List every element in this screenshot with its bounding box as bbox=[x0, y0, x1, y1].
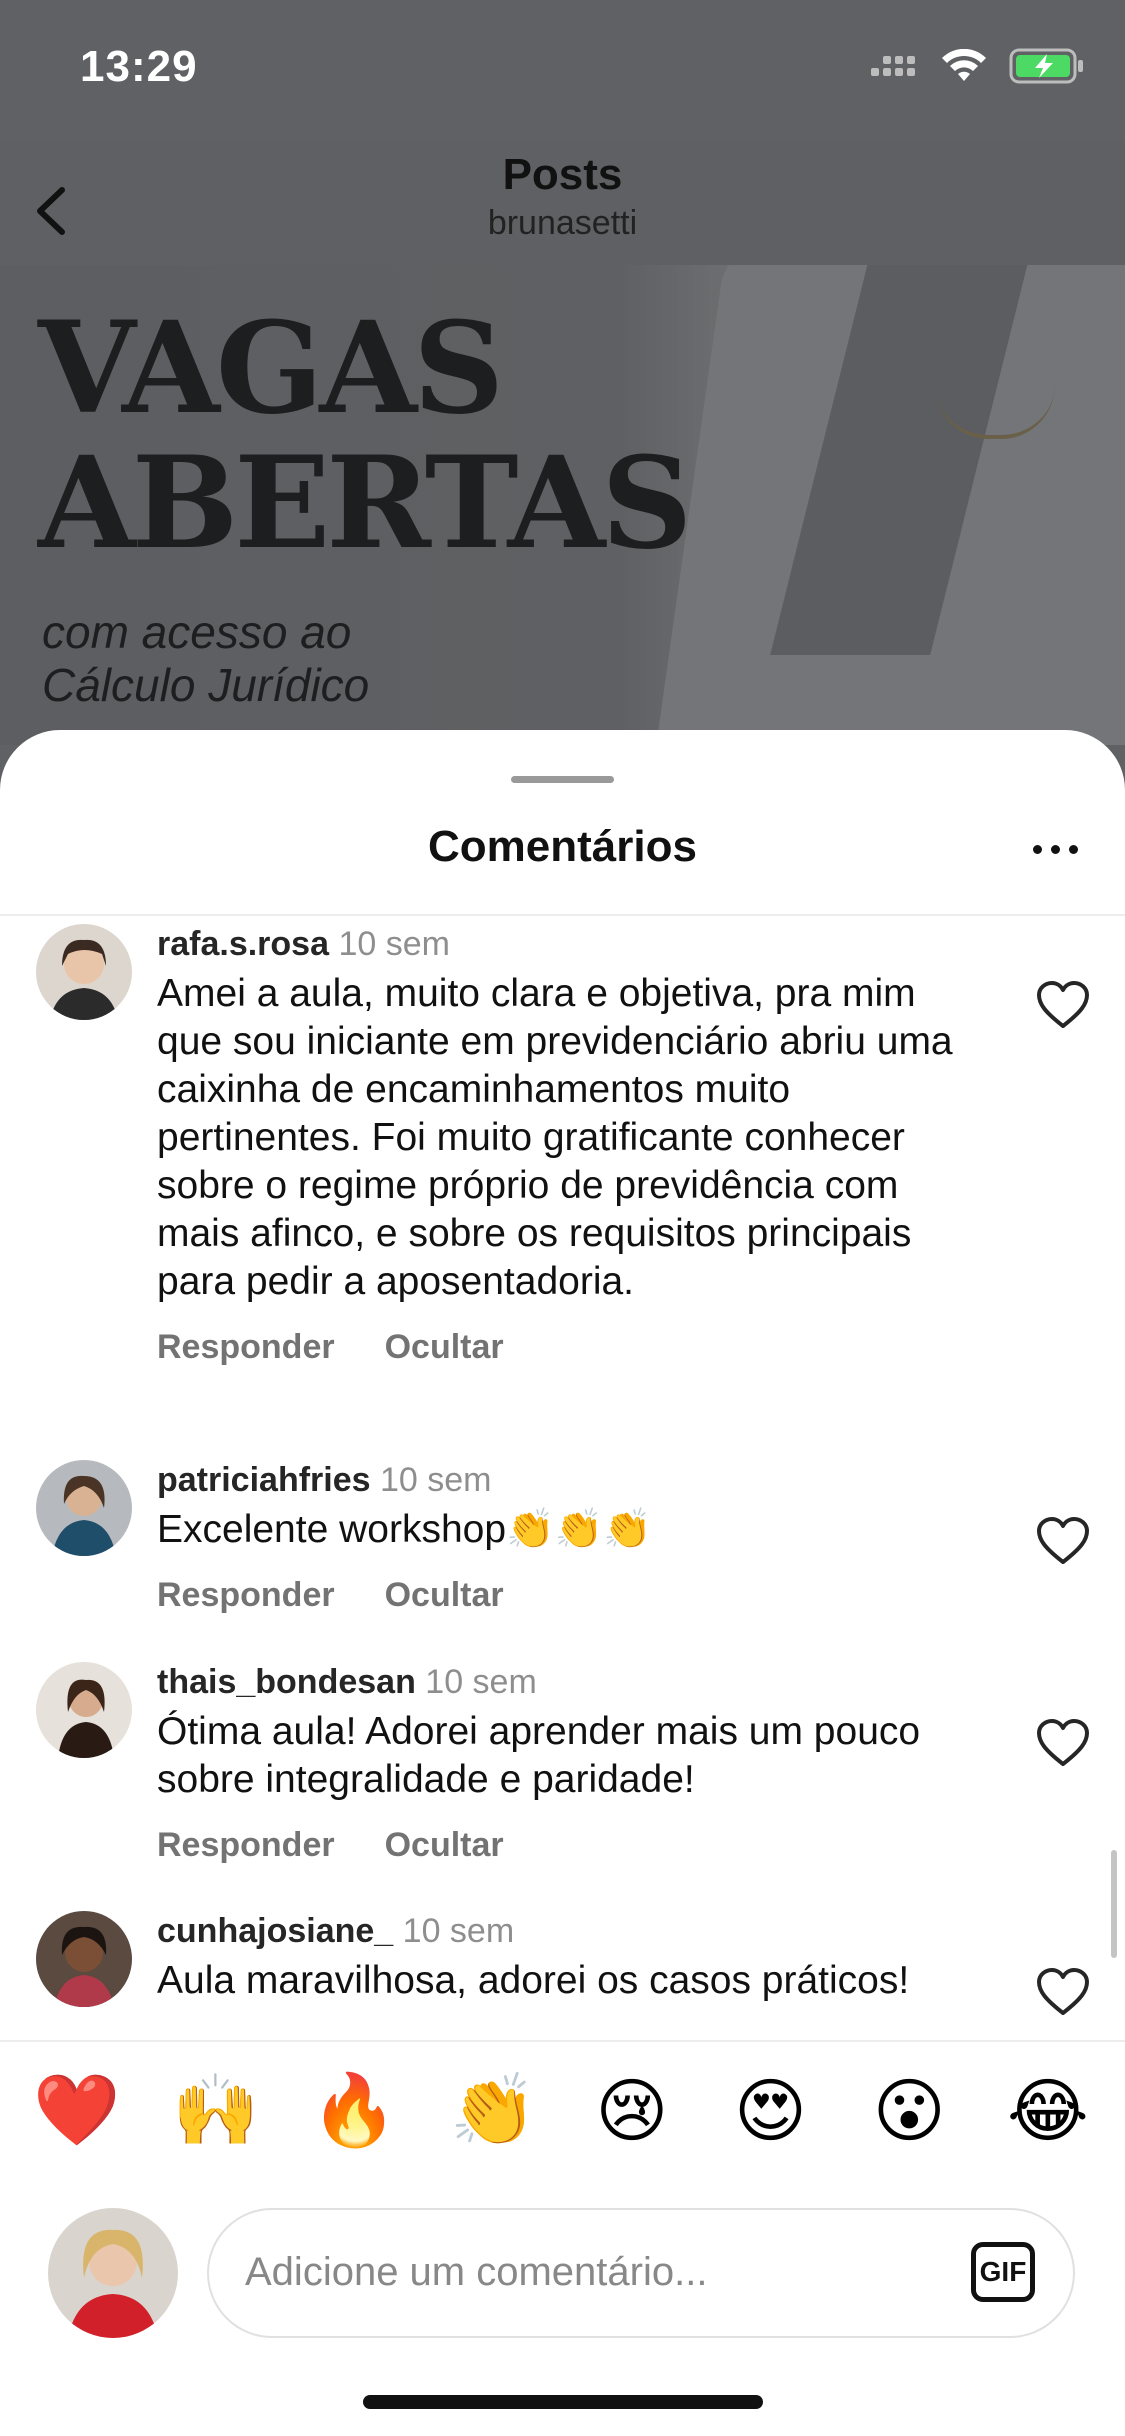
comment-username[interactable]: rafa.s.rosa bbox=[157, 925, 329, 963]
hide-button[interactable]: Ocultar bbox=[385, 1576, 504, 1615]
more-dot-icon bbox=[1050, 844, 1060, 854]
more-options-button[interactable] bbox=[1025, 834, 1085, 864]
avatar-image bbox=[36, 1911, 132, 2007]
comment-text: Aula maravilhosa, adorei os casos prátic… bbox=[157, 1959, 910, 2002]
comment-time: 10 sem bbox=[402, 1912, 515, 1950]
page-title: Posts bbox=[502, 150, 623, 199]
reaction-raised-hands-button[interactable]: 🙌 bbox=[171, 2070, 261, 2152]
avatar-image bbox=[36, 1460, 132, 1556]
more-dot-icon bbox=[1068, 844, 1078, 854]
sheet-grabber[interactable] bbox=[511, 776, 614, 783]
heart-outline-icon bbox=[1037, 1968, 1089, 2015]
comments-list[interactable]: rafa.s.rosa 10 sem Amei a aula, muito cl… bbox=[0, 916, 1125, 2040]
reaction-clap-button[interactable]: 👏 bbox=[448, 2070, 538, 2152]
comment-meta: cunhajosiane_ 10 sem bbox=[157, 1911, 977, 1951]
comment-meta: rafa.s.rosa 10 sem bbox=[157, 924, 977, 964]
hide-button[interactable]: Ocultar bbox=[385, 1328, 504, 1367]
gif-button[interactable]: GIF bbox=[971, 2242, 1035, 2302]
reaction-heart-eyes-button[interactable]: 😍 bbox=[726, 2070, 816, 2152]
comment-actions: Responder Ocultar bbox=[157, 1328, 977, 1367]
reaction-crying-button[interactable]: 😢 bbox=[587, 2070, 677, 2152]
nav-header: Posts brunasetti bbox=[0, 140, 1125, 265]
like-comment-button[interactable] bbox=[1035, 980, 1091, 1030]
wifi-icon bbox=[942, 49, 986, 81]
status-bar: 13:29 bbox=[0, 0, 1125, 140]
comment-username[interactable]: thais_bondesan bbox=[157, 1663, 416, 1701]
more-dot-icon bbox=[1032, 844, 1042, 854]
reaction-surprised-button[interactable]: 😮 bbox=[864, 2070, 954, 2152]
post-subline-1: com acesso ao bbox=[42, 606, 352, 658]
avatar[interactable] bbox=[36, 1460, 132, 1556]
battery-charging-icon bbox=[1009, 48, 1083, 84]
status-time: 13:29 bbox=[80, 42, 198, 91]
reply-button[interactable]: Responder bbox=[157, 1826, 335, 1865]
hide-button[interactable]: Ocultar bbox=[385, 1826, 504, 1865]
quick-reactions-bar: ❤️ 🙌 🔥 👏 😢 😍 😮 😂 bbox=[0, 2040, 1125, 2180]
comment-actions: Responder Ocultar bbox=[157, 1826, 977, 1865]
comment-time: 10 sem bbox=[379, 1461, 492, 1499]
comment-text: Ótima aula! Adorei aprender mais um pouc… bbox=[157, 1710, 921, 1801]
comment-username[interactable]: cunhajosiane_ bbox=[157, 1912, 393, 1950]
cellular-signal-icon bbox=[871, 56, 915, 76]
comment-input-placeholder: Adicione um comentário... bbox=[245, 2250, 708, 2294]
comment-text: Excelente workshop👏👏👏 bbox=[157, 1508, 652, 1551]
comments-sheet: Comentários rafa.s.rosa 10 sem Amei a au… bbox=[0, 730, 1125, 2436]
comment-time: 10 sem bbox=[338, 925, 450, 963]
comment-body: patriciahfries 10 sem Excelente workshop… bbox=[157, 1460, 977, 1615]
scrollbar[interactable] bbox=[1111, 1850, 1117, 1958]
reply-button[interactable]: Responder bbox=[157, 1328, 335, 1367]
heart-outline-icon bbox=[1037, 1719, 1089, 1766]
like-comment-button[interactable] bbox=[1035, 1718, 1091, 1768]
heart-outline-icon bbox=[1037, 981, 1089, 1028]
avatar-image bbox=[36, 924, 132, 1020]
reply-button[interactable]: Responder bbox=[157, 1576, 335, 1615]
page-subtitle: brunasetti bbox=[487, 204, 638, 242]
post-headline-line2: ABERTAS bbox=[38, 429, 692, 577]
reaction-laughing-button[interactable]: 😂 bbox=[1003, 2070, 1093, 2152]
home-indicator bbox=[363, 2395, 763, 2409]
comment-meta: thais_bondesan 10 sem bbox=[157, 1662, 977, 1702]
comment-username[interactable]: patriciahfries bbox=[157, 1461, 371, 1499]
comment-body: cunhajosiane_ 10 sem Aula maravilhosa, a… bbox=[157, 1911, 977, 2005]
avatar-image bbox=[36, 1662, 132, 1758]
like-comment-button[interactable] bbox=[1035, 1516, 1091, 1566]
avatar[interactable] bbox=[36, 1662, 132, 1758]
comment-body: thais_bondesan 10 sem Ótima aula! Adorei… bbox=[157, 1662, 977, 1865]
heart-outline-icon bbox=[1037, 1517, 1089, 1564]
comment-meta: patriciahfries 10 sem bbox=[157, 1460, 977, 1500]
like-comment-button[interactable] bbox=[1035, 1967, 1091, 2017]
my-avatar-image bbox=[48, 2208, 178, 2338]
sheet-title: Comentários bbox=[428, 822, 697, 871]
post-subline-2: Cálculo Jurídico bbox=[42, 659, 370, 711]
avatar[interactable] bbox=[36, 1911, 132, 2007]
comment-body: rafa.s.rosa 10 sem Amei a aula, muito cl… bbox=[157, 924, 977, 1367]
my-avatar bbox=[48, 2208, 178, 2338]
post-headline-line1: VAGAS bbox=[38, 294, 504, 442]
comment-composer: Adicione um comentário... GIF bbox=[0, 2190, 1125, 2350]
comment-time: 10 sem bbox=[425, 1663, 537, 1701]
post-image: VAGAS ABERTAS com acesso ao Cálculo Jurí… bbox=[0, 265, 1125, 745]
comment-input[interactable]: Adicione um comentário... GIF bbox=[207, 2208, 1075, 2338]
comment-text: Amei a aula, muito clara e objetiva, pra… bbox=[157, 972, 953, 1303]
reaction-heart-button[interactable]: ❤️ bbox=[32, 2070, 122, 2152]
reaction-fire-button[interactable]: 🔥 bbox=[309, 2070, 399, 2152]
status-icons bbox=[869, 48, 1085, 84]
avatar[interactable] bbox=[36, 924, 132, 1020]
comment-actions: Responder Ocultar bbox=[157, 1576, 977, 1615]
